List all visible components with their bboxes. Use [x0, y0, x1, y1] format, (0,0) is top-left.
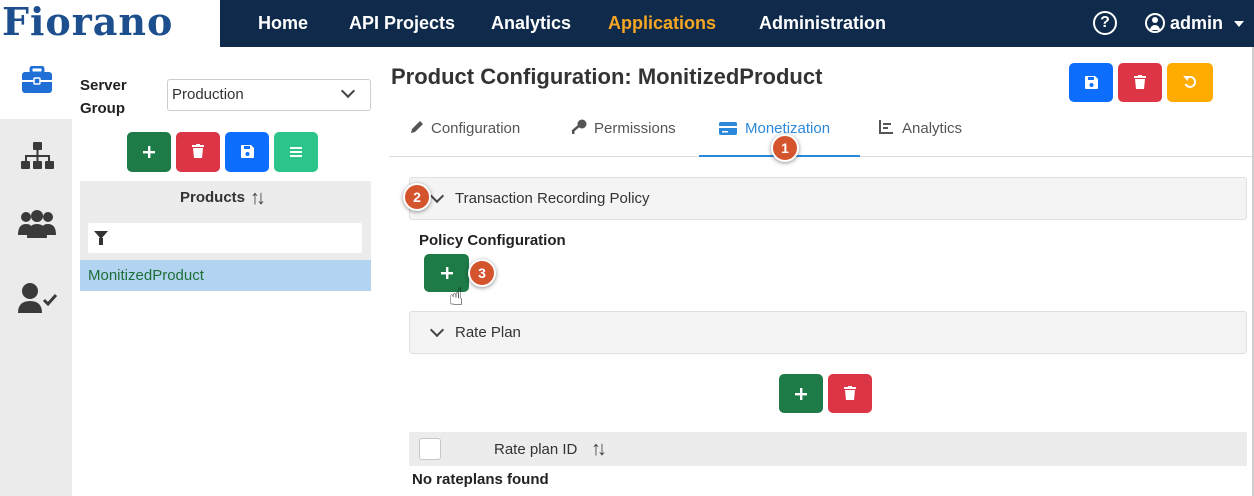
list-icon — [290, 147, 302, 157]
chevron-down-icon — [340, 83, 356, 99]
product-filter-input[interactable] — [88, 223, 362, 253]
rail-item-applications[interactable] — [0, 47, 72, 119]
rate-plan-header[interactable]: Rate Plan — [409, 311, 1247, 354]
key-icon — [571, 119, 587, 134]
caret-down-icon[interactable] — [1234, 21, 1244, 27]
filter-icon — [94, 231, 108, 245]
reset-button[interactable] — [1167, 63, 1213, 102]
users-icon — [18, 210, 56, 238]
menu-button[interactable] — [274, 132, 318, 172]
logo-text: Fiorano — [2, 0, 174, 44]
trash-icon — [1134, 75, 1146, 89]
sitemap-icon — [21, 142, 54, 169]
step-badge: 3 — [468, 259, 496, 287]
delete-rate-plan-button[interactable] — [828, 374, 872, 413]
hand-pointer-icon: ☝ — [449, 284, 464, 311]
transaction-recording-policy-header[interactable]: Transaction Recording Policy — [409, 177, 1247, 220]
save-button[interactable] — [1069, 63, 1113, 102]
trash-icon — [844, 386, 856, 400]
undo-icon — [1183, 75, 1197, 88]
nav-home[interactable]: Home — [258, 0, 308, 47]
bar-chart-icon — [879, 120, 893, 134]
user-check-icon — [18, 283, 58, 313]
empty-state-message: No rateplans found — [412, 471, 549, 488]
add-rate-plan-button[interactable] — [779, 374, 823, 413]
transaction-recording-policy-label: Transaction Recording Policy — [455, 190, 650, 207]
server-group-label: Server Group — [80, 77, 127, 117]
policy-configuration-label: Policy Configuration — [419, 232, 566, 249]
page-title: Product Configuration: MonitizedProduct — [391, 64, 823, 89]
rail-item-groups[interactable] — [17, 209, 57, 244]
chevron-down-icon — [429, 188, 445, 204]
credit-card-icon — [719, 122, 737, 135]
pencil-icon — [411, 121, 423, 133]
logo[interactable]: Fiorano — [0, 0, 220, 47]
nav-applications[interactable]: Applications — [608, 0, 716, 47]
tab-configuration-label: Configuration — [431, 120, 521, 137]
rail-item-user-approvals[interactable] — [18, 282, 58, 319]
tab-permissions[interactable]: Permissions — [570, 110, 676, 148]
column-header-rate-plan-id[interactable]: Rate plan ID — [494, 441, 577, 458]
step-badge: 2 — [403, 183, 431, 211]
delete-product-button[interactable] — [176, 132, 220, 172]
nav-api-projects[interactable]: API Projects — [349, 0, 455, 47]
user-menu-label[interactable]: admin — [1170, 0, 1223, 47]
chevron-down-icon — [429, 322, 445, 338]
tab-configuration[interactable]: Configuration — [409, 110, 520, 148]
trash-icon — [192, 144, 204, 158]
server-group-value: Production — [172, 86, 244, 103]
top-navbar: Fiorano Home API Projects Analytics Appl… — [0, 0, 1254, 47]
plus-icon — [795, 388, 807, 400]
delete-button[interactable] — [1118, 63, 1162, 102]
help-icon[interactable]: ? — [1093, 11, 1117, 35]
nav-analytics[interactable]: Analytics — [491, 0, 571, 47]
briefcase-icon — [22, 66, 52, 93]
nav-administration[interactable]: Administration — [759, 0, 886, 47]
icon-rail — [0, 47, 72, 496]
add-product-button[interactable] — [127, 132, 171, 172]
sort-icon[interactable]: ↑↓ — [591, 438, 607, 461]
sort-icon[interactable]: ↑↓ — [250, 187, 266, 210]
products-title[interactable]: Products — [180, 189, 245, 206]
select-all-checkbox[interactable] — [419, 438, 441, 460]
plus-icon — [143, 146, 155, 158]
save-icon — [240, 145, 254, 158]
server-group-select[interactable]: Production — [167, 79, 371, 111]
save-icon — [1084, 76, 1098, 89]
rate-plan-label: Rate Plan — [455, 324, 521, 341]
user-circle-icon[interactable] — [1145, 13, 1165, 33]
rail-item-topology[interactable] — [20, 142, 54, 175]
save-product-button[interactable] — [225, 132, 269, 172]
tab-analytics-label: Analytics — [902, 120, 963, 137]
tab-analytics[interactable]: Analytics — [878, 110, 962, 148]
plus-icon — [440, 267, 453, 279]
tab-permissions-label: Permissions — [594, 120, 676, 137]
list-item[interactable]: MonitizedProduct — [80, 260, 371, 291]
step-badge: 1 — [771, 134, 799, 162]
